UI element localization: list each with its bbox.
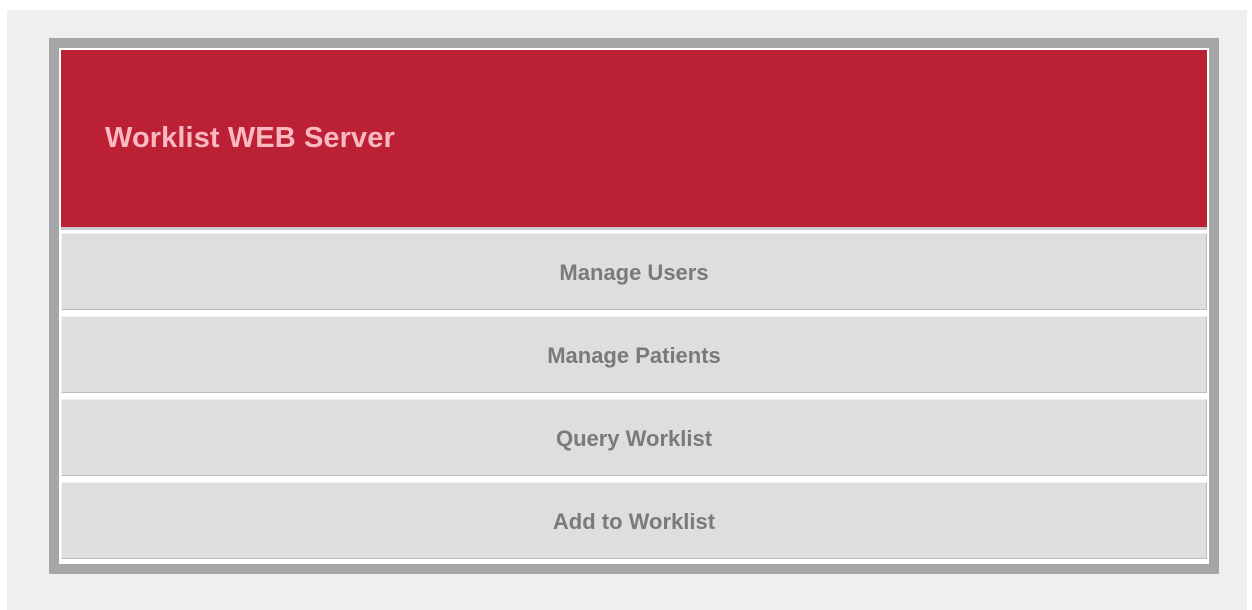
query-worklist-button[interactable]: Query Worklist <box>61 399 1207 476</box>
header-banner: Worklist WEB Server <box>61 50 1207 230</box>
page-title: Worklist WEB Server <box>105 122 395 154</box>
manage-patients-button[interactable]: Manage Patients <box>61 316 1207 393</box>
main-menu: Manage Users Manage Patients Query Workl… <box>61 233 1207 559</box>
panel-content: Worklist WEB Server Manage Users Manage … <box>59 48 1209 564</box>
manage-users-button[interactable]: Manage Users <box>61 233 1207 310</box>
add-to-worklist-button[interactable]: Add to Worklist <box>61 482 1207 559</box>
main-panel: Worklist WEB Server Manage Users Manage … <box>49 38 1219 574</box>
